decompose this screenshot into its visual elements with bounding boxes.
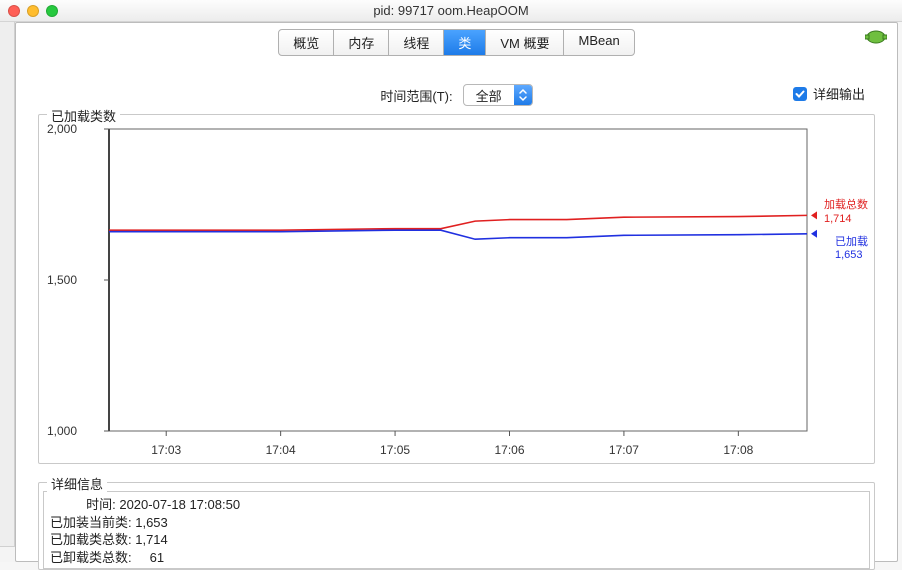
minimize-icon[interactable] [27,5,39,17]
tab-bar: 概览内存线程类VM 概要MBean [16,23,897,56]
x-tick-label: 17:04 [266,443,296,457]
titlebar: pid: 99717 oom.HeapOOM [0,0,902,22]
x-tick-label: 17:08 [723,443,753,457]
series-label-total: 加载总数1,714 [824,199,868,225]
x-tick-label: 17:05 [380,443,410,457]
y-tick-label: 1,000 [47,424,77,438]
plugin-icon[interactable] [865,29,887,48]
tab-0[interactable]: 概览 [279,30,334,55]
tab-2[interactable]: 线程 [389,30,444,55]
x-tick-label: 17:03 [151,443,181,457]
details-row: 时间: 2020-07-18 17:08:50 [50,496,863,514]
chart-fieldset: 已加载类数 1,0001,5002,00017:0317:0417:0517:0… [38,114,875,464]
time-range-label: 时间范围(T): [380,86,452,105]
y-tick-label: 1,500 [47,273,77,287]
details-row: 已加装当前类: 1,653 [50,514,863,532]
chevron-updown-icon [514,85,532,105]
details-fieldset: 详细信息 时间: 2020-07-18 17:08:50已加装当前类: 1,65… [38,482,875,570]
x-tick-label: 17:07 [609,443,639,457]
tab-4[interactable]: VM 概要 [486,30,564,55]
series-label-loaded: 已加载1,653 [835,236,868,262]
time-range-value: 全部 [464,85,514,105]
detail-output-label: 详细输出 [813,84,865,103]
scrollbar-horizontal[interactable] [0,546,15,562]
tab-3[interactable]: 类 [444,30,486,55]
controls-row: 时间范围(T): 全部 详细输出 [16,84,897,106]
tab-5[interactable]: MBean [564,30,633,55]
left-gutter [0,22,15,562]
x-tick-label: 17:06 [494,443,524,457]
time-range-select[interactable]: 全部 [463,84,533,106]
window-title: pid: 99717 oom.HeapOOM [68,3,894,18]
zoom-icon[interactable] [46,5,58,17]
chart-plot: 1,000 1,500 2,000 17:03 17:04 17:05 17:06 17:07… [39,115,874,463]
tab-1[interactable]: 内存 [334,30,389,55]
details-row: 已卸载类总数: 61 [50,549,863,567]
details-content: 时间: 2020-07-18 17:08:50已加装当前类: 1,653已加载类… [43,491,870,569]
close-icon[interactable] [8,5,20,17]
details-legend: 详细信息 [47,474,107,493]
details-row: 已加载类总数: 1,714 [50,531,863,549]
y-tick-label: 2,000 [47,122,77,136]
detail-output-checkbox[interactable] [793,87,807,101]
content-pane: 概览内存线程类VM 概要MBean 时间范围(T): 全部 详细输出 已加载类数… [15,22,898,562]
